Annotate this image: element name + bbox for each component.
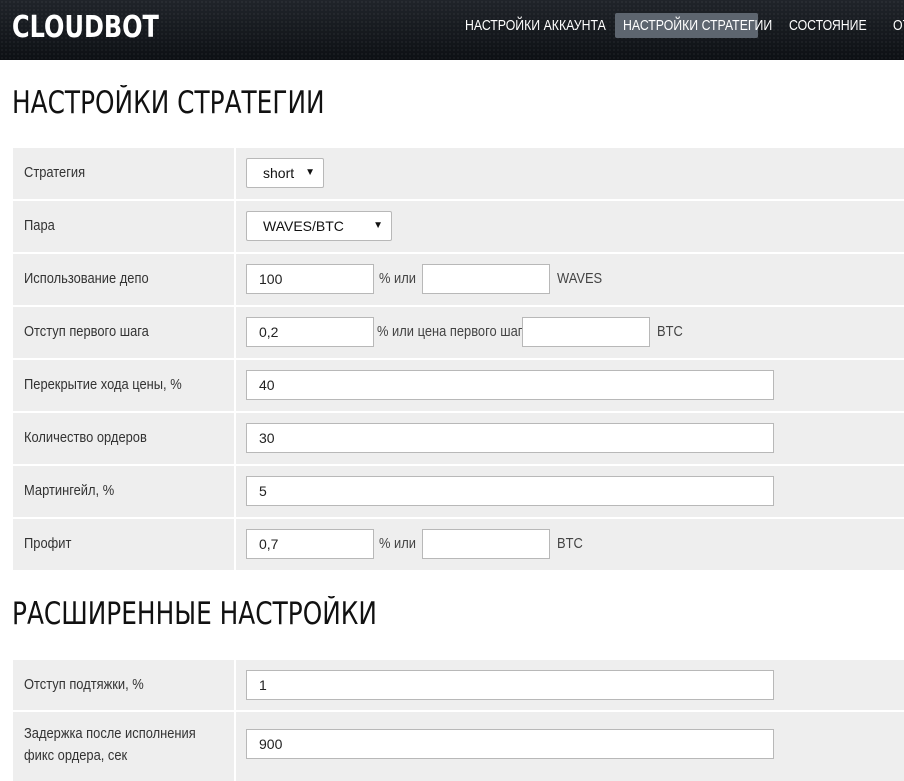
dropdown-arrow-icon: ▼	[305, 167, 315, 178]
nav-label: СОСТОЯНИЕ	[789, 17, 867, 34]
row-label: Мартингейл, %	[24, 482, 115, 499]
logo[interactable]: CLOUDBOT	[12, 10, 159, 45]
row-label: Количество ордеров	[24, 429, 147, 446]
delay-input[interactable]	[246, 729, 774, 759]
profit-percent-input[interactable]	[246, 529, 374, 559]
strategy-section-title: НАСТРОЙКИ СТРАТЕГИИ	[12, 85, 325, 121]
label-cell: Отступ подтяжки, %	[13, 660, 236, 710]
nav-label: ОТ	[893, 17, 904, 34]
row-trailing: Отступ подтяжки, %	[13, 660, 904, 710]
nav-more[interactable]: ОТ	[885, 13, 904, 38]
nav-label: НАСТРОЙКИ АККАУНТА	[465, 17, 606, 34]
profit-unit: BTC	[557, 535, 583, 552]
advanced-section-title: РАСШИРЕННЫЕ НАСТРОЙКИ	[12, 596, 377, 632]
overlap-input[interactable]	[246, 370, 774, 400]
row-martingale: Мартингейл, %	[13, 466, 904, 517]
deposit-percent-input[interactable]	[246, 264, 374, 294]
row-label: Пара	[24, 217, 55, 234]
first-step-separator: % или цена первого шага	[377, 323, 530, 340]
row-first-step: Отступ первого шага % или цена первого ш…	[13, 307, 904, 358]
first-step-percent-input[interactable]	[246, 317, 374, 347]
row-label: Отступ первого шага	[24, 323, 149, 340]
label-cell: Использование депо	[13, 254, 236, 305]
deposit-separator: % или	[379, 270, 416, 287]
label-cell: Пара	[13, 201, 236, 252]
label-cell: Отступ первого шага	[13, 307, 236, 358]
dropdown-arrow-icon: ▼	[373, 220, 383, 231]
label-cell: Профит	[13, 519, 236, 570]
nav-label: НАСТРОЙКИ СТРАТЕГИИ	[623, 17, 773, 34]
martingale-input[interactable]	[246, 476, 774, 506]
row-profit: Профит % или BTC	[13, 519, 904, 570]
row-orders: Количество ордеров	[13, 413, 904, 464]
profit-separator: % или	[379, 535, 416, 552]
row-label: Перекрытие хода цены, %	[24, 376, 182, 393]
top-navigation-bar: CLOUDBOT НАСТРОЙКИ АККАУНТА НАСТРОЙКИ СТ…	[0, 0, 904, 60]
label-cell: Задержка после исполнения фикс ордера, с…	[13, 712, 236, 781]
row-label: Профит	[24, 535, 72, 552]
nav-strategy-settings[interactable]: НАСТРОЙКИ СТРАТЕГИИ	[615, 13, 772, 38]
row-pair: Пара WAVES/BTC ▼	[13, 201, 904, 252]
row-label: Отступ подтяжки, %	[24, 676, 144, 693]
row-label: Стратегия	[24, 164, 86, 181]
deposit-unit: WAVES	[557, 270, 603, 287]
row-strategy: Стратегия short ▼	[13, 148, 904, 199]
row-deposit: Использование депо % или WAVES	[13, 254, 904, 305]
first-step-price-input[interactable]	[522, 317, 650, 347]
label-cell: Количество ордеров	[13, 413, 236, 464]
label-cell: Мартингейл, %	[13, 466, 236, 517]
row-delay: Задержка после исполнения фикс ордера, с…	[13, 712, 904, 781]
trailing-offset-input[interactable]	[246, 670, 774, 700]
orders-count-input[interactable]	[246, 423, 774, 453]
row-label: Задержка после исполнения фикс ордера, с…	[24, 725, 196, 764]
label-cell: Перекрытие хода цены, %	[13, 360, 236, 411]
deposit-amount-input[interactable]	[422, 264, 550, 294]
select-value: WAVES/BTC	[263, 218, 344, 234]
pair-select[interactable]: WAVES/BTC ▼	[246, 211, 392, 241]
first-step-unit: BTC	[657, 323, 683, 340]
row-overlap: Перекрытие хода цены, %	[13, 360, 904, 411]
strategy-select[interactable]: short ▼	[246, 158, 324, 188]
row-label: Использование депо	[24, 270, 149, 287]
label-cell: Стратегия	[13, 148, 236, 199]
profit-amount-input[interactable]	[422, 529, 550, 559]
nav-status[interactable]: СОСТОЯНИЕ	[781, 13, 892, 38]
select-value: short	[263, 165, 295, 181]
